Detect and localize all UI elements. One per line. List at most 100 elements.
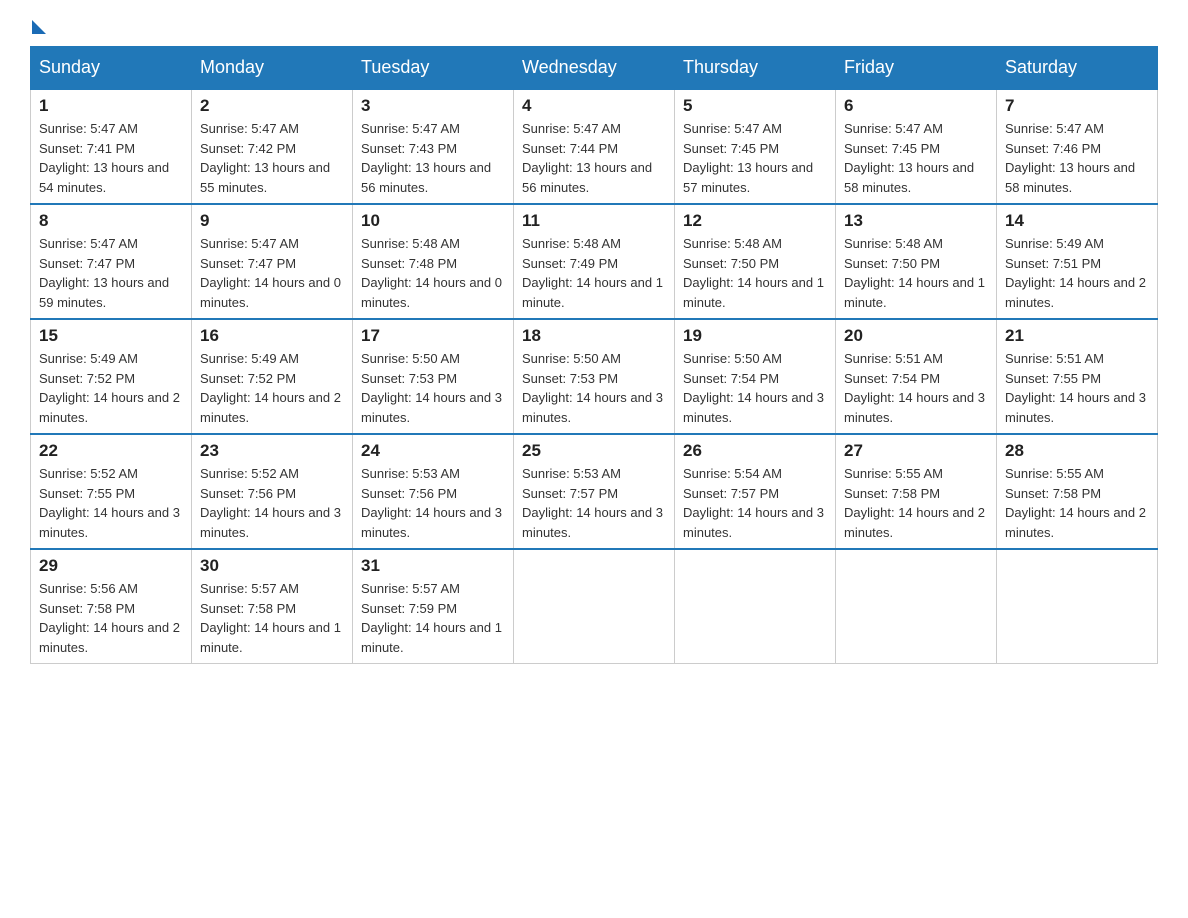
day-number: 7: [1005, 96, 1149, 116]
col-header-thursday: Thursday: [675, 47, 836, 90]
day-number: 27: [844, 441, 988, 461]
week-row-1: 1 Sunrise: 5:47 AMSunset: 7:41 PMDaylight…: [31, 89, 1158, 204]
page-header: [30, 20, 1158, 36]
week-row-4: 22 Sunrise: 5:52 AMSunset: 7:55 PMDayligh…: [31, 434, 1158, 549]
calendar-cell: 22 Sunrise: 5:52 AMSunset: 7:55 PMDayligh…: [31, 434, 192, 549]
calendar-cell: 14 Sunrise: 5:49 AMSunset: 7:51 PMDayligh…: [997, 204, 1158, 319]
day-number: 16: [200, 326, 344, 346]
calendar-cell: 11Sunrise: 5:48 AMSunset: 7:49 PMDayligh…: [514, 204, 675, 319]
day-info: Sunrise: 5:52 AMSunset: 7:55 PMDaylight:…: [39, 464, 183, 542]
day-info: Sunrise: 5:55 AMSunset: 7:58 PMDaylight:…: [1005, 464, 1149, 542]
day-info: Sunrise: 5:49 AMSunset: 7:52 PMDaylight:…: [200, 349, 344, 427]
week-row-3: 15 Sunrise: 5:49 AMSunset: 7:52 PMDayligh…: [31, 319, 1158, 434]
calendar-cell: [675, 549, 836, 664]
day-info: Sunrise: 5:53 AMSunset: 7:57 PMDaylight:…: [522, 464, 666, 542]
day-number: 21: [1005, 326, 1149, 346]
day-number: 8: [39, 211, 183, 231]
day-info: Sunrise: 5:47 AMSunset: 7:41 PMDaylight:…: [39, 119, 183, 197]
day-number: 10: [361, 211, 505, 231]
col-header-wednesday: Wednesday: [514, 47, 675, 90]
col-header-friday: Friday: [836, 47, 997, 90]
day-number: 9: [200, 211, 344, 231]
calendar-cell: 3 Sunrise: 5:47 AMSunset: 7:43 PMDaylight…: [353, 89, 514, 204]
day-number: 15: [39, 326, 183, 346]
day-number: 20: [844, 326, 988, 346]
day-headers-row: SundayMondayTuesdayWednesdayThursdayFrid…: [31, 47, 1158, 90]
day-number: 17: [361, 326, 505, 346]
calendar-cell: 4 Sunrise: 5:47 AMSunset: 7:44 PMDaylight…: [514, 89, 675, 204]
calendar-cell: 2Sunrise: 5:47 AMSunset: 7:42 PMDaylight…: [192, 89, 353, 204]
day-info: Sunrise: 5:51 AMSunset: 7:54 PMDaylight:…: [844, 349, 988, 427]
calendar-cell: 23 Sunrise: 5:52 AMSunset: 7:56 PMDayligh…: [192, 434, 353, 549]
calendar-cell: 15 Sunrise: 5:49 AMSunset: 7:52 PMDayligh…: [31, 319, 192, 434]
day-number: 30: [200, 556, 344, 576]
calendar-cell: 17 Sunrise: 5:50 AMSunset: 7:53 PMDayligh…: [353, 319, 514, 434]
calendar-cell: 25Sunrise: 5:53 AMSunset: 7:57 PMDayligh…: [514, 434, 675, 549]
day-number: 31: [361, 556, 505, 576]
logo-general: [30, 25, 46, 34]
calendar-cell: 10 Sunrise: 5:48 AMSunset: 7:48 PMDayligh…: [353, 204, 514, 319]
calendar-cell: 21Sunrise: 5:51 AMSunset: 7:55 PMDayligh…: [997, 319, 1158, 434]
day-info: Sunrise: 5:47 AMSunset: 7:45 PMDaylight:…: [683, 119, 827, 197]
calendar-cell: 9Sunrise: 5:47 AMSunset: 7:47 PMDaylight…: [192, 204, 353, 319]
week-row-2: 8 Sunrise: 5:47 AMSunset: 7:47 PMDaylight…: [31, 204, 1158, 319]
calendar-cell: 27 Sunrise: 5:55 AMSunset: 7:58 PMDayligh…: [836, 434, 997, 549]
calendar-cell: [997, 549, 1158, 664]
day-number: 5: [683, 96, 827, 116]
day-info: Sunrise: 5:57 AMSunset: 7:59 PMDaylight:…: [361, 579, 505, 657]
logo: [30, 20, 46, 36]
day-info: Sunrise: 5:48 AMSunset: 7:49 PMDaylight:…: [522, 234, 666, 312]
calendar-cell: 20 Sunrise: 5:51 AMSunset: 7:54 PMDayligh…: [836, 319, 997, 434]
calendar-cell: 29 Sunrise: 5:56 AMSunset: 7:58 PMDayligh…: [31, 549, 192, 664]
week-row-5: 29 Sunrise: 5:56 AMSunset: 7:58 PMDayligh…: [31, 549, 1158, 664]
day-number: 18: [522, 326, 666, 346]
day-info: Sunrise: 5:47 AMSunset: 7:45 PMDaylight:…: [844, 119, 988, 197]
col-header-tuesday: Tuesday: [353, 47, 514, 90]
day-number: 1: [39, 96, 183, 116]
day-number: 2: [200, 96, 344, 116]
day-info: Sunrise: 5:56 AMSunset: 7:58 PMDaylight:…: [39, 579, 183, 657]
day-number: 23: [200, 441, 344, 461]
day-number: 22: [39, 441, 183, 461]
day-info: Sunrise: 5:47 AMSunset: 7:47 PMDaylight:…: [39, 234, 183, 312]
calendar-cell: 12 Sunrise: 5:48 AMSunset: 7:50 PMDayligh…: [675, 204, 836, 319]
day-number: 24: [361, 441, 505, 461]
calendar-table: SundayMondayTuesdayWednesdayThursdayFrid…: [30, 46, 1158, 664]
day-info: Sunrise: 5:50 AMSunset: 7:53 PMDaylight:…: [522, 349, 666, 427]
calendar-cell: 31 Sunrise: 5:57 AMSunset: 7:59 PMDayligh…: [353, 549, 514, 664]
day-info: Sunrise: 5:49 AMSunset: 7:51 PMDaylight:…: [1005, 234, 1149, 312]
calendar-cell: 24 Sunrise: 5:53 AMSunset: 7:56 PMDayligh…: [353, 434, 514, 549]
day-number: 29: [39, 556, 183, 576]
day-info: Sunrise: 5:48 AMSunset: 7:50 PMDaylight:…: [683, 234, 827, 312]
day-info: Sunrise: 5:57 AMSunset: 7:58 PMDaylight:…: [200, 579, 344, 657]
day-number: 6: [844, 96, 988, 116]
col-header-sunday: Sunday: [31, 47, 192, 90]
calendar-cell: 18 Sunrise: 5:50 AMSunset: 7:53 PMDayligh…: [514, 319, 675, 434]
calendar-cell: 1 Sunrise: 5:47 AMSunset: 7:41 PMDaylight…: [31, 89, 192, 204]
day-number: 13: [844, 211, 988, 231]
calendar-cell: 5 Sunrise: 5:47 AMSunset: 7:45 PMDaylight…: [675, 89, 836, 204]
day-info: Sunrise: 5:49 AMSunset: 7:52 PMDaylight:…: [39, 349, 183, 427]
day-info: Sunrise: 5:52 AMSunset: 7:56 PMDaylight:…: [200, 464, 344, 542]
col-header-monday: Monday: [192, 47, 353, 90]
day-info: Sunrise: 5:48 AMSunset: 7:48 PMDaylight:…: [361, 234, 505, 312]
day-info: Sunrise: 5:50 AMSunset: 7:54 PMDaylight:…: [683, 349, 827, 427]
calendar-cell: 7Sunrise: 5:47 AMSunset: 7:46 PMDaylight…: [997, 89, 1158, 204]
logo-arrow-icon: [32, 20, 46, 34]
day-info: Sunrise: 5:50 AMSunset: 7:53 PMDaylight:…: [361, 349, 505, 427]
day-info: Sunrise: 5:47 AMSunset: 7:43 PMDaylight:…: [361, 119, 505, 197]
calendar-cell: 30 Sunrise: 5:57 AMSunset: 7:58 PMDayligh…: [192, 549, 353, 664]
day-number: 3: [361, 96, 505, 116]
day-info: Sunrise: 5:54 AMSunset: 7:57 PMDaylight:…: [683, 464, 827, 542]
day-info: Sunrise: 5:53 AMSunset: 7:56 PMDaylight:…: [361, 464, 505, 542]
day-number: 26: [683, 441, 827, 461]
day-info: Sunrise: 5:47 AMSunset: 7:44 PMDaylight:…: [522, 119, 666, 197]
calendar-cell: 19Sunrise: 5:50 AMSunset: 7:54 PMDayligh…: [675, 319, 836, 434]
day-number: 4: [522, 96, 666, 116]
calendar-cell: 16 Sunrise: 5:49 AMSunset: 7:52 PMDayligh…: [192, 319, 353, 434]
calendar-cell: 28Sunrise: 5:55 AMSunset: 7:58 PMDayligh…: [997, 434, 1158, 549]
col-header-saturday: Saturday: [997, 47, 1158, 90]
day-number: 14: [1005, 211, 1149, 231]
day-number: 12: [683, 211, 827, 231]
day-info: Sunrise: 5:55 AMSunset: 7:58 PMDaylight:…: [844, 464, 988, 542]
